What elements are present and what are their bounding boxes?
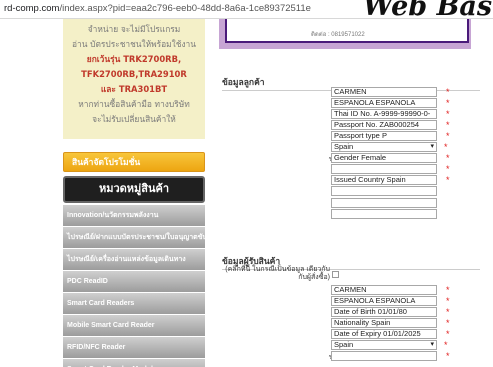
- required-marker: *: [446, 318, 450, 329]
- form-row: จังหวัด :Passport type P*: [222, 131, 484, 142]
- required-marker: *: [446, 87, 450, 97]
- contact-banner: ติดต่อ : 0819571022: [219, 19, 471, 49]
- required-marker: *: [446, 285, 450, 295]
- form-row: นามสกุล :ESPANOLA ESPANOLA*: [222, 296, 484, 307]
- text-field[interactable]: [331, 208, 437, 219]
- category-item[interactable]: Smart Card Reader Modules: [63, 359, 205, 367]
- category-item[interactable]: Mobile Smart Card Reader: [63, 315, 205, 337]
- text-field[interactable]: [331, 164, 437, 175]
- url-domain: rd-comp.com: [4, 3, 60, 14]
- text-field[interactable]: [331, 186, 437, 197]
- form-row: อำเภอ :Nationality Spain*: [222, 318, 484, 329]
- form-row: ที่อยู่ :Thai ID No. A-9999-99990-0-*: [222, 109, 484, 120]
- category-header: หมวดหมู่สินค้า: [63, 176, 205, 203]
- category-item[interactable]: PDC ReadID: [63, 271, 205, 293]
- form-row: ที่อยู่ :Date of Birth 01/01/80*: [222, 307, 484, 318]
- text-field[interactable]: Date of Birth 01/01/80: [331, 307, 437, 318]
- form-row: แฟกซ์ :: [222, 197, 484, 209]
- required-marker: *: [446, 307, 450, 318]
- text-field[interactable]: CARMEN: [331, 285, 437, 295]
- category-item[interactable]: ไปรษณีย์/ฝากแบบบัตรประชาชน/ใบอนุญาตขับรถ: [63, 227, 205, 249]
- text-field[interactable]: [331, 197, 437, 208]
- required-marker: *: [446, 120, 450, 131]
- country-select[interactable]: Spain: [331, 142, 437, 153]
- url-path: /index.aspx?pid=eaa2c796-eeb0-48dd-8a6a-…: [59, 3, 311, 14]
- text-field[interactable]: Issued Country Spain: [331, 175, 437, 186]
- form-row: อีเมลล์ :*: [222, 164, 484, 175]
- required-marker: *: [446, 175, 450, 186]
- promo-line: และ TRA301BT: [100, 84, 168, 94]
- text-field[interactable]: Passport No. ZAB000254: [331, 120, 437, 131]
- form-row: อำเภอ :Passport No. ZAB000254*: [222, 120, 484, 131]
- promo-line: อ่าน บัตรประชาชนให้พร้อมใช้งาน: [72, 39, 196, 49]
- address-bar[interactable]: rd-comp.com/index.aspx?pid=eaa2c796-eeb0…: [0, 0, 493, 22]
- required-marker: *: [446, 98, 450, 109]
- category-list: Innovation/นวัตกรรมพลังงาน ไปรษณีย์/ฝากแบ…: [63, 205, 205, 367]
- required-marker: *: [446, 164, 450, 175]
- form-row: รหัสไปรษณีย์ :*: [222, 351, 484, 362]
- same-as-customer-note: (คลิกที่นี่ ในกรณีเป็นข้อมูล เดียวกับกับ…: [225, 266, 330, 281]
- form-row: มือถือ :Issued Country Spain*: [222, 175, 484, 186]
- form-row: ประเทศ :Spain*: [222, 340, 484, 351]
- promo-line: TFK2700RB,TRA2910R: [81, 69, 187, 79]
- promo-line: ยกเว้นรุ่น TRK2700RB,: [86, 54, 182, 64]
- url-text[interactable]: rd-comp.com/index.aspx?pid=eaa2c796-eeb0…: [4, 3, 311, 14]
- text-field[interactable]: ESPANOLA ESPANOLA: [331, 296, 437, 307]
- form-row: นามสกุล :ESPANOLA ESPANOLA*: [222, 98, 484, 109]
- required-marker: *: [446, 131, 450, 142]
- text-field[interactable]: CARMEN: [331, 87, 437, 97]
- promo-line: จำหน่าย จะไม่มีโปรแกรม: [87, 24, 181, 34]
- required-marker: *: [446, 296, 450, 307]
- required-marker: *: [446, 153, 450, 164]
- promotion-products-button[interactable]: สินค้าจัดโปรโมชั่น: [63, 152, 205, 172]
- form-row: ประเทศ :Spain*: [222, 142, 484, 153]
- required-marker: *: [444, 340, 448, 351]
- form-row: โทรศัพท์ :: [222, 186, 484, 197]
- contact-box: ติดต่อ : 0819571022: [225, 19, 469, 43]
- form-row: Line ID :: [222, 208, 484, 220]
- category-item[interactable]: Smart Card Readers: [63, 293, 205, 315]
- form-row: จังหวัด :Date of Expiry 01/01/2025*: [222, 329, 484, 340]
- category-item[interactable]: RFID/NFC Reader: [63, 337, 205, 359]
- contact-caption: ติดต่อ : 0819571022: [311, 32, 365, 38]
- text-field[interactable]: Gender Female: [331, 153, 437, 164]
- text-field[interactable]: Nationality Spain: [331, 318, 437, 329]
- form-row: ชื่อ :CARMEN*: [222, 285, 484, 296]
- promo-notice: จำหน่าย จะไม่มีโปรแกรมอ่าน บัตรประชาชนให…: [63, 19, 205, 139]
- text-field[interactable]: [331, 351, 437, 362]
- required-marker: *: [446, 351, 450, 362]
- required-marker: *: [446, 329, 450, 340]
- required-marker: *: [446, 109, 450, 120]
- same-as-customer-checkbox[interactable]: [332, 271, 339, 278]
- text-field[interactable]: Passport type P: [331, 131, 437, 142]
- category-item[interactable]: Innovation/นวัตกรรมพลังงาน: [63, 205, 205, 227]
- form-row: ชื่อ :CARMEN*: [222, 87, 484, 98]
- category-item[interactable]: ไปรษณีย์/เครื่องอ่านแหล่งข้อมูลเดินทาง: [63, 249, 205, 271]
- required-marker: *: [444, 142, 448, 153]
- promo-line: หากท่านซื้อสินค้ามือ ทางบริษัท: [78, 99, 190, 109]
- promo-line: จะไม่รับเปลี่ยนสินค้าให้: [92, 114, 176, 124]
- text-field[interactable]: Date of Expiry 01/01/2025: [331, 329, 437, 340]
- text-field[interactable]: ESPANOLA ESPANOLA: [331, 98, 437, 109]
- form-row: รหัสไปรษณีย์ :Gender Female*: [222, 153, 484, 164]
- text-field[interactable]: Thai ID No. A-9999-99990-0-: [331, 109, 437, 120]
- country-select[interactable]: Spain: [331, 340, 437, 351]
